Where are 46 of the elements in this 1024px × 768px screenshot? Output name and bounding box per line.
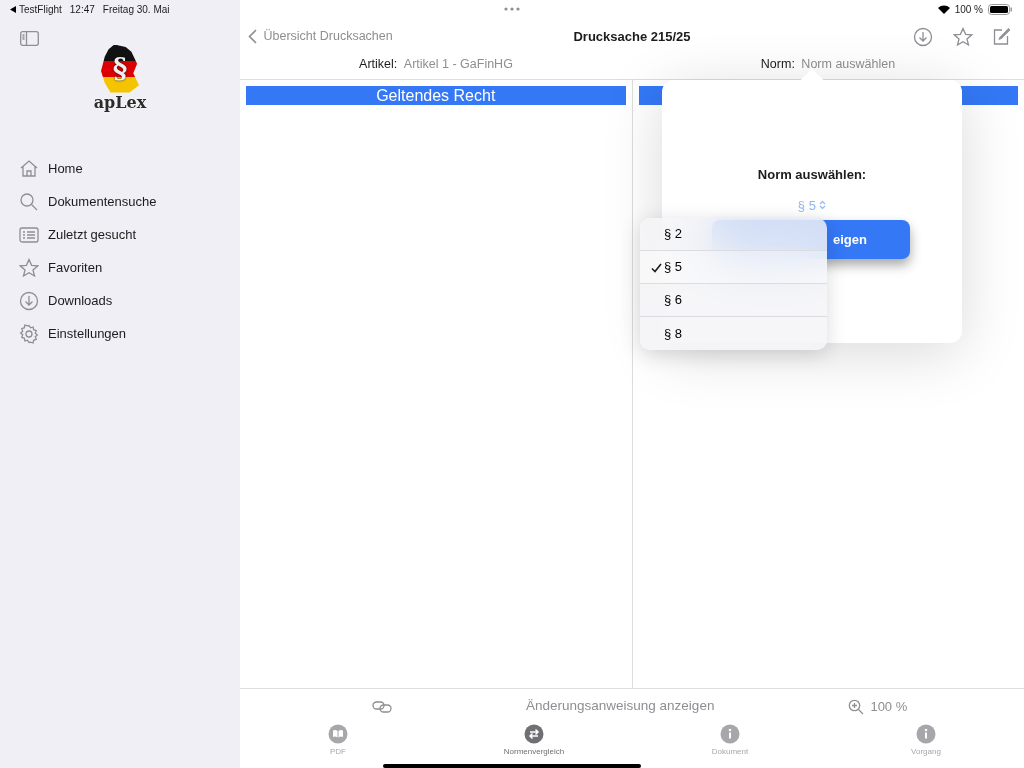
zoom-in-icon[interactable] [848, 698, 865, 715]
battery-percent: 100 % [954, 2, 983, 17]
back-triangle-icon [10, 5, 16, 13]
checkmark-icon [651, 262, 662, 273]
menu-item[interactable]: § 5 [640, 251, 827, 284]
field-label: Artikel: [359, 56, 398, 73]
info-icon [720, 724, 740, 745]
sidebar-item[interactable]: Downloads [0, 284, 240, 318]
status-date: Freitag 30. Mai [102, 2, 170, 17]
sidebar-item[interactable]: Home [0, 152, 240, 186]
download-icon [19, 291, 39, 311]
swap-arrows-icon [524, 724, 544, 745]
sidebar-item[interactable]: Zuletzt gesucht [0, 218, 240, 252]
link-icon[interactable] [372, 700, 392, 713]
battery-icon [988, 3, 1012, 15]
book-icon [328, 724, 348, 745]
column-header: Geltendes Recht [246, 86, 626, 105]
search-icon [19, 192, 39, 212]
gear-icon [19, 324, 39, 344]
logo-text: apLex [93, 91, 147, 114]
menu-item[interactable]: § 2 [640, 218, 827, 251]
compose-icon[interactable] [992, 27, 1010, 46]
menu-item[interactable]: § 8 [640, 317, 827, 350]
download-icon[interactable] [913, 26, 933, 47]
page-title: Drucksache 215/25 [573, 28, 691, 44]
status-time: 12:47 [69, 2, 95, 17]
sidebar-item[interactable]: Einstellungen [0, 317, 240, 351]
star-icon[interactable] [952, 26, 973, 47]
popover-title: Norm auswählen: [757, 166, 867, 184]
menu-item[interactable]: § 6 [640, 284, 827, 317]
zoom-level: 100 % [870, 697, 908, 716]
field-label: Norm: [760, 56, 795, 73]
wifi-icon [937, 4, 950, 14]
list-icon [19, 225, 39, 245]
sidebar-item[interactable]: Dokumentensuche [0, 185, 240, 219]
tab-button[interactable]: Normenvergleich [436, 724, 632, 759]
star-icon [19, 258, 39, 278]
updown-chevron-icon [819, 200, 827, 211]
logo-symbol: § [112, 54, 128, 83]
sidebar-toggle-icon[interactable] [20, 31, 39, 47]
info-icon [916, 724, 936, 745]
home-icon [19, 159, 39, 179]
back-app-link[interactable]: TestFlight [10, 1, 62, 17]
chevron-left-icon [248, 29, 257, 44]
multitask-dots-icon[interactable] [504, 7, 520, 11]
sidebar-item[interactable]: Favoriten [0, 251, 240, 285]
